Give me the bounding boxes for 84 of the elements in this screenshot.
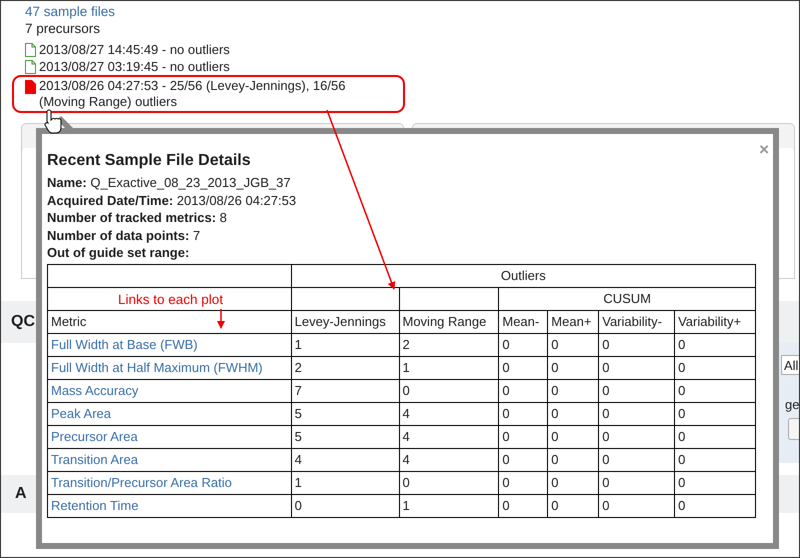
table-cell: 0	[548, 356, 599, 379]
table-cell: 0	[291, 494, 399, 517]
table-cell: 4	[291, 448, 399, 471]
table-cell: 0	[548, 425, 599, 448]
metric-link[interactable]: Mass Accuracy	[48, 379, 292, 402]
detail-line: Number of data points: 7	[47, 226, 202, 244]
sample-file-entry: 2013/08/27 14:45:49 - no outliers	[39, 41, 231, 58]
table-cell: 4	[399, 425, 499, 448]
table-cell: 4	[399, 448, 499, 471]
table-cell: 0	[498, 333, 548, 356]
metric-link[interactable]: Transition/Precursor Area Ratio	[48, 471, 292, 494]
side-button[interactable]	[788, 418, 799, 440]
table-cell: 1	[399, 356, 499, 379]
detail-line: Out of guide set range:	[47, 244, 190, 262]
table-cell: 0	[548, 333, 599, 356]
column-header: Variability+	[674, 310, 756, 333]
table-cell: 0	[399, 379, 499, 402]
table-cell: 0	[548, 471, 599, 494]
table-cell: 0	[598, 448, 675, 471]
annotation-text: Links to each plot	[118, 292, 224, 306]
column-header: Mean-	[498, 310, 548, 333]
metric-link[interactable]: Full Width at Base (FWB)	[48, 333, 292, 356]
column-header: Levey-Jennings	[291, 310, 399, 333]
detail-line: Number of tracked metrics: 8	[47, 209, 228, 226]
sample-file-entry: 2013/08/26 04:27:53 - 25/56 (Levey-Jennings), 16/56 (Moving Range) outliers	[39, 78, 346, 110]
annotation-arrow	[217, 309, 225, 329]
metric-link[interactable]: Retention Time	[48, 494, 292, 517]
table-cell: 0	[674, 379, 756, 402]
table-cell: 0	[498, 356, 548, 379]
table-cell: 0	[598, 471, 675, 494]
table-header: Outliers	[291, 264, 756, 287]
table-cell: 0	[498, 425, 548, 448]
table-cell: 5	[291, 402, 399, 425]
table-cell: 0	[598, 402, 675, 425]
table-cell: 5	[291, 425, 399, 448]
table-cell: 2	[399, 333, 499, 356]
metric-link[interactable]: Precursor Area	[48, 425, 292, 448]
sample-files-link[interactable]: 47 sample files	[25, 3, 799, 20]
sample-file-entry: 2013/08/27 03:19:45 - no outliers	[39, 58, 231, 75]
table-cell: 0	[498, 494, 548, 517]
table-cell: 0	[674, 402, 756, 425]
table-cell: 0	[548, 494, 599, 517]
table-cell: 0	[598, 333, 675, 356]
column-header: Variability-	[598, 310, 675, 333]
dropdown[interactable]: All	[781, 355, 799, 375]
table-cell: 1	[291, 471, 399, 494]
column-header: Mean+	[548, 310, 599, 333]
table-cell: 0	[674, 494, 756, 517]
table-cell: 0	[674, 471, 756, 494]
metric-link[interactable]: Transition Area	[48, 448, 292, 471]
section-title: QC	[11, 313, 35, 331]
table-cell: 0	[548, 379, 599, 402]
table-cell: 0	[548, 402, 599, 425]
column-header: Moving Range	[399, 310, 499, 333]
table-cell: 0	[498, 379, 548, 402]
table-cell: 0	[598, 379, 675, 402]
table-cell: 0	[674, 448, 756, 471]
section-title: A	[15, 485, 27, 503]
close-button[interactable]: ×	[759, 140, 769, 160]
table-cell: 4	[399, 402, 499, 425]
popup-title: Recent Sample File Details	[47, 152, 252, 170]
metric-link[interactable]: Peak Area	[48, 402, 292, 425]
table-cell: 7	[291, 379, 399, 402]
field-label: ge	[785, 397, 799, 412]
table-cell: 0	[598, 425, 675, 448]
table-cell: 0	[598, 356, 675, 379]
detail-line: Acquired Date/Time: 2013/08/26 04:27:53	[47, 192, 298, 209]
table-cell: 0	[498, 448, 548, 471]
table-cell: 0	[399, 471, 499, 494]
table-cell: 0	[598, 494, 675, 517]
table-cell: 1	[399, 494, 499, 517]
precursor-count: 7 precursors	[25, 20, 102, 37]
table-cell: 0	[674, 356, 756, 379]
detail-line: Name: Q_Exactive_08_23_2013_JGB_37	[47, 174, 292, 192]
metric-link[interactable]: Full Width at Half Maximum (FWHM)	[48, 356, 292, 379]
table-cell: 0	[674, 333, 756, 356]
table-cell: 0	[548, 448, 599, 471]
table-cell: 0	[674, 425, 756, 448]
table-cell: 0	[498, 471, 548, 494]
table-header: CUSUM	[498, 287, 756, 310]
table-cell: 0	[498, 402, 548, 425]
column-header: Metric	[48, 310, 292, 333]
table-cell: 1	[291, 333, 399, 356]
table-cell: 2	[291, 356, 399, 379]
